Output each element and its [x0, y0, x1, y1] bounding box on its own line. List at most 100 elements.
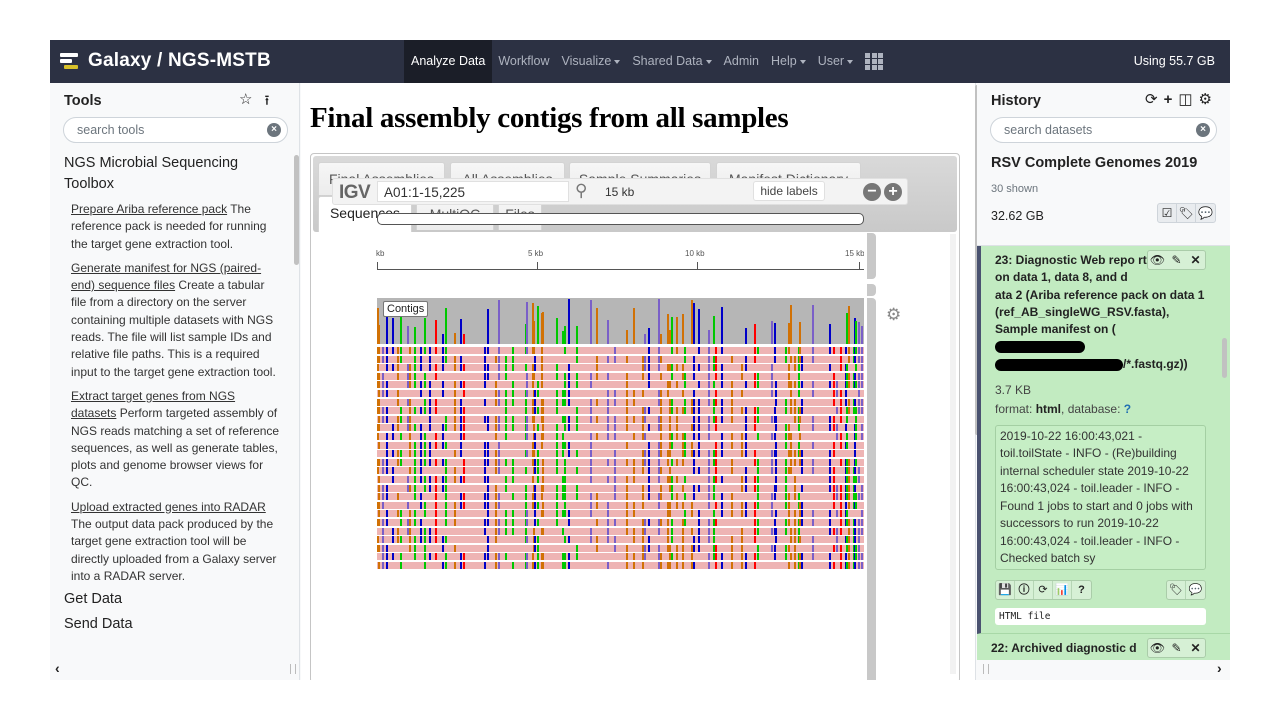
brand[interactable]: Galaxy / NGS-MSTB	[60, 48, 271, 74]
nav-workflow[interactable]: Workflow	[492, 40, 555, 83]
eye-icon[interactable]: 👁	[1148, 639, 1167, 657]
annotation-icon[interactable]: 💬	[1196, 204, 1215, 222]
eye-icon[interactable]: 👁	[1148, 251, 1167, 269]
hide-labels-button[interactable]: hide labels	[753, 181, 825, 201]
mismatch-mark	[534, 398, 536, 406]
annotation-icon[interactable]: 💬	[1186, 581, 1205, 599]
zoom-in-icon[interactable]: +	[884, 183, 902, 201]
delete-x-icon[interactable]: ✕	[1186, 251, 1205, 269]
mismatch-mark	[541, 493, 543, 501]
gear-icon[interactable]: ⚙	[1199, 91, 1212, 109]
mismatch-mark	[775, 381, 777, 389]
mismatch-mark	[829, 381, 831, 389]
mismatch-mark	[505, 424, 507, 432]
grid-icon[interactable]	[865, 53, 884, 70]
mismatch-mark	[861, 424, 863, 432]
mismatch-mark	[848, 562, 850, 569]
mismatch-mark	[829, 510, 831, 518]
tool-section-send-data[interactable]: Send Data	[50, 612, 300, 637]
mismatch-mark	[684, 493, 686, 501]
visualize-chart-icon[interactable]: 📊	[1053, 581, 1072, 600]
chromosome-ideogram[interactable]	[377, 213, 864, 225]
mismatch-mark	[533, 450, 535, 458]
mismatch-mark	[596, 536, 598, 544]
resize-handle[interactable]	[983, 664, 989, 674]
nav-help[interactable]: Help	[765, 40, 812, 83]
history-scrollbar[interactable]	[1222, 338, 1227, 378]
dataset-search-input[interactable]: search datasets ×	[990, 117, 1217, 143]
tags-icon[interactable]: 🏷	[1177, 204, 1196, 222]
search-icon[interactable]: ⚲	[575, 181, 587, 201]
tool-link[interactable]: Prepare Ariba reference pack	[71, 202, 227, 216]
pencil-icon[interactable]: ✎	[1167, 639, 1186, 657]
mismatch-mark	[526, 372, 528, 380]
collapse-left-icon[interactable]: ‹	[55, 660, 60, 676]
mismatch-mark	[607, 536, 609, 544]
tags-icon[interactable]: 🏷	[1167, 581, 1186, 600]
tool-section-title[interactable]: NGS Microbial Sequencing Toolbox	[50, 153, 300, 195]
mismatch-mark	[392, 364, 394, 372]
refresh-icon[interactable]: ⟳	[1145, 91, 1158, 109]
locus-search-input[interactable]: A01:1-15,225	[377, 181, 569, 202]
mismatch-mark	[642, 501, 644, 509]
mismatch-mark	[833, 501, 835, 509]
pencil-icon[interactable]: ✎	[1167, 251, 1186, 269]
mismatch-mark	[794, 450, 796, 458]
database-value[interactable]: ?	[1124, 402, 1131, 416]
info-icon[interactable]: ⓘ	[1015, 581, 1034, 600]
mismatch-mark	[498, 493, 500, 501]
mismatch-mark	[858, 407, 860, 415]
tool-section-get-data[interactable]: Get Data	[50, 587, 300, 612]
nav-admin[interactable]: Admin	[718, 40, 765, 83]
mismatch-mark	[445, 347, 447, 354]
nav-visualize[interactable]: Visualize	[556, 40, 627, 83]
mismatch-mark	[400, 458, 402, 466]
nav-shared-data[interactable]: Shared Data	[626, 40, 717, 83]
dataset-title[interactable]: 22: Archived diagnostic d ata on data 1,…	[991, 640, 1151, 660]
upload-icon[interactable]: ⭱	[264, 91, 269, 109]
history-name[interactable]: RSV Complete Genomes 2019	[991, 155, 1197, 171]
clear-search-icon[interactable]: ×	[1196, 123, 1210, 137]
mismatch-mark	[757, 544, 759, 552]
download-save-icon[interactable]: 💾	[996, 581, 1015, 600]
star-icon[interactable]: ☆	[239, 91, 252, 109]
columns-icon[interactable]: ◫	[1178, 91, 1192, 109]
mismatch-mark	[505, 519, 507, 526]
contigs-track-grip[interactable]	[867, 298, 876, 680]
mismatch-mark	[562, 433, 564, 440]
mismatch-mark	[698, 381, 700, 389]
mismatch-mark	[855, 424, 857, 432]
mismatch-mark	[669, 415, 671, 423]
dataset-title[interactable]: 23: Diagnostic Web repo rt on data 1, da…	[995, 252, 1155, 287]
ruler-track-grip[interactable]	[867, 233, 876, 279]
nav-label: Help	[770, 54, 797, 68]
mismatch-mark	[429, 398, 431, 406]
quota-meter[interactable]: Using 55.7 GB	[1134, 40, 1215, 83]
track-grip[interactable]	[867, 284, 876, 296]
nav-analyze-data[interactable]: Analyze Data	[404, 40, 493, 83]
collapse-right-icon[interactable]: ›	[1217, 660, 1222, 676]
mismatch-mark	[445, 476, 447, 483]
mismatch-mark	[614, 536, 616, 544]
mismatch-mark	[397, 415, 399, 423]
rerun-icon[interactable]: ⟳	[1034, 581, 1053, 600]
track-settings-gear-icon[interactable]: ⚙	[886, 305, 901, 325]
plus-icon[interactable]: +	[1164, 91, 1173, 109]
mismatch-mark	[424, 450, 426, 458]
select-checkbox-icon[interactable]: ☑	[1158, 204, 1177, 222]
mismatch-mark	[771, 527, 773, 535]
tool-search-input[interactable]: search tools ×	[63, 117, 288, 143]
zoom-out-icon[interactable]: −	[863, 183, 881, 201]
mismatch-mark	[774, 407, 776, 415]
delete-x-icon[interactable]: ✕	[1186, 639, 1205, 657]
resize-handle[interactable]	[290, 664, 296, 674]
mismatch-mark	[409, 450, 411, 458]
tool-link[interactable]: Upload extracted genes into RADAR	[71, 500, 266, 514]
help-question-icon[interactable]: ?	[1072, 581, 1091, 599]
dataset-peek: 2019-10-22 16:00:43,021 - toil.toilState…	[995, 425, 1206, 571]
mismatch-mark	[505, 372, 507, 380]
mismatch-mark	[775, 398, 777, 406]
clear-search-icon[interactable]: ×	[267, 123, 281, 137]
tab-content-scrollbar[interactable]	[950, 234, 956, 674]
nav-user[interactable]: User	[812, 40, 859, 83]
